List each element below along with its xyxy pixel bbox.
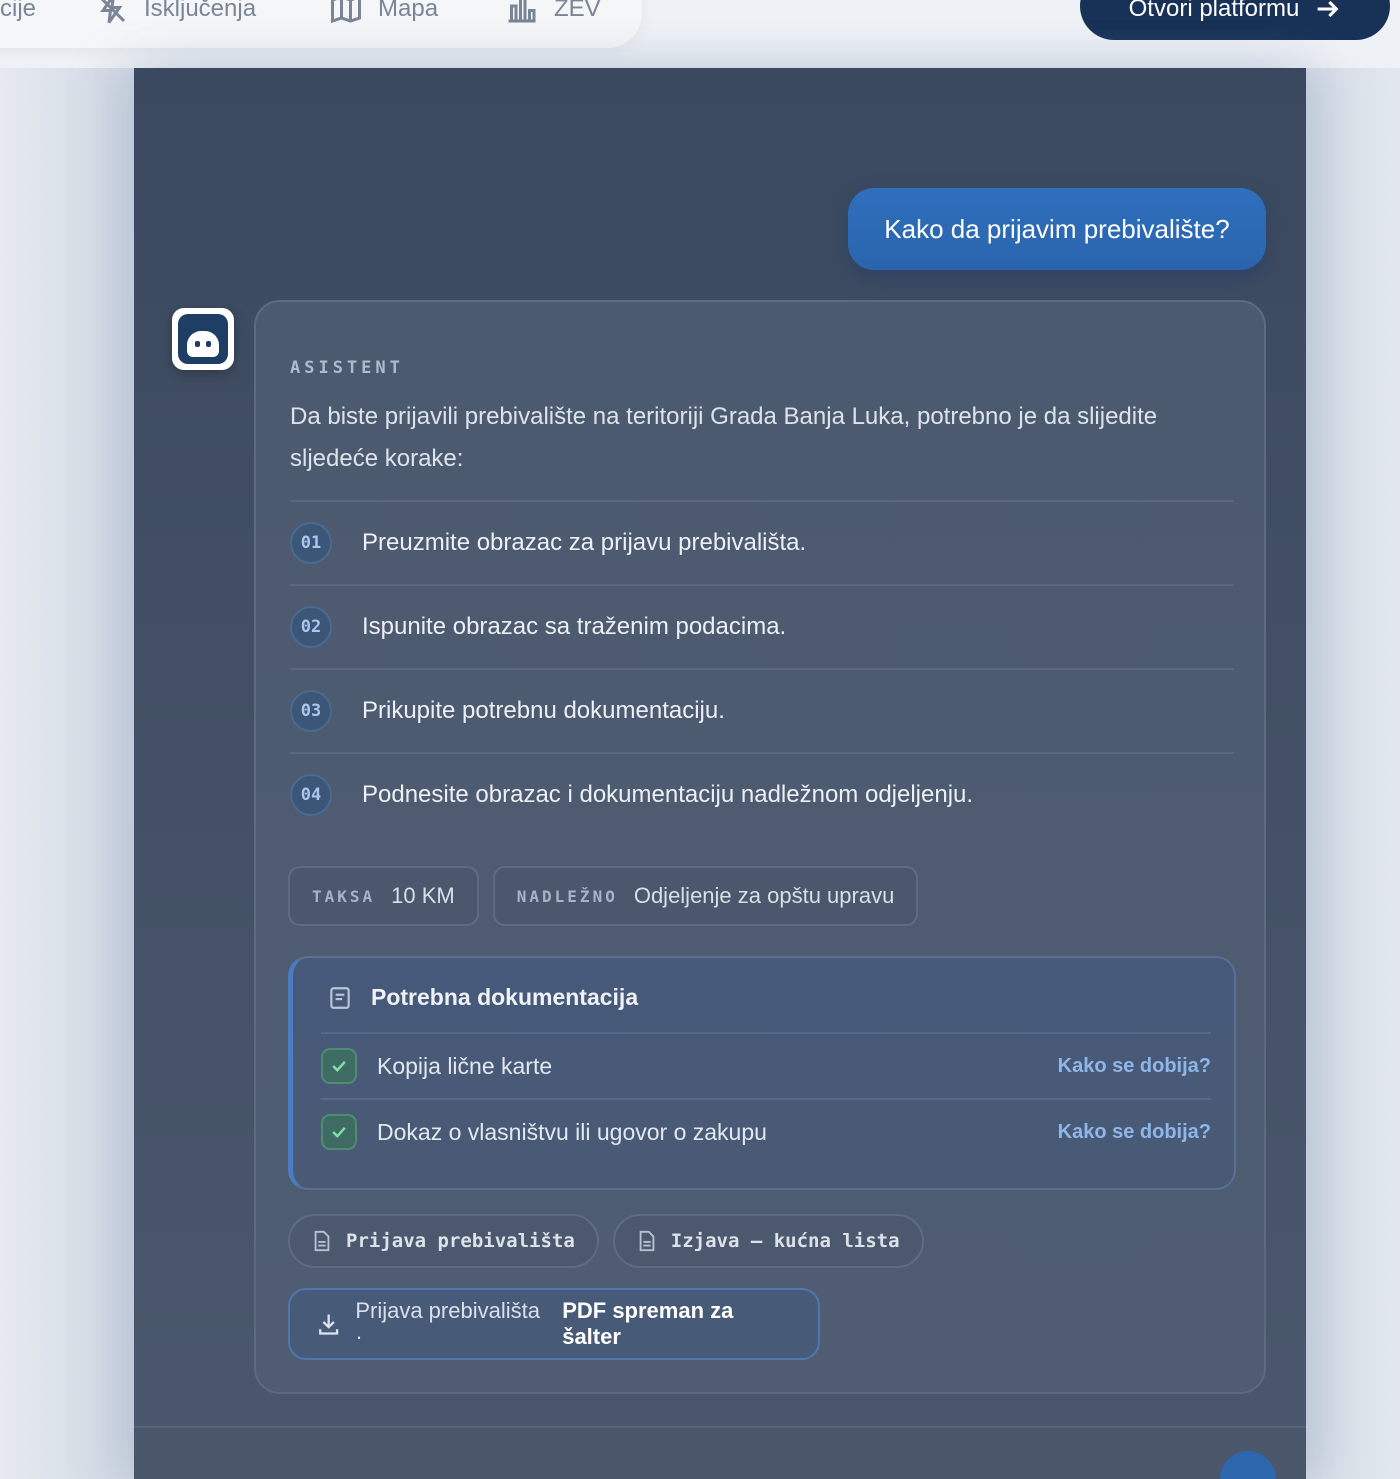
assistant-message-card: ASISTENT Da biste prijavili prebivalište… xyxy=(254,300,1266,1394)
nav-item-mapa[interactable]: Mapa xyxy=(328,0,438,24)
chip-value: 10 KM xyxy=(391,883,455,908)
how-to-obtain-link[interactable]: Kako se dobija? xyxy=(1058,1055,1211,1078)
document-name: Kopija lične karte xyxy=(377,1052,553,1079)
document-item: Kopija lične karte Kako se dobija? xyxy=(321,1032,1211,1098)
step-text: Podnesite obrazac i dokumentaciju nadlež… xyxy=(362,781,974,808)
nav-item-label: Mapa xyxy=(378,0,439,22)
chip-value: Odjeljenje za opštu upravu xyxy=(633,883,895,908)
check-icon xyxy=(332,1126,346,1138)
nav-item-label: cije xyxy=(0,0,37,22)
form-button-izjava[interactable]: Izjava – kućna lista xyxy=(612,1214,924,1268)
chat-panel: Kako da prijavim prebivalište? ASISTENT … xyxy=(134,68,1306,1479)
form-button-prijava[interactable]: Prijava prebivališta xyxy=(288,1214,599,1268)
step-number: 01 xyxy=(290,522,332,564)
nav-item-zev[interactable]: ZEV xyxy=(504,0,601,24)
assistant-intro-text: Da biste prijavili prebivalište na terit… xyxy=(290,403,1158,472)
send-button[interactable] xyxy=(1220,1451,1276,1479)
step-text: Ispunite obrazac sa traženim podacima. xyxy=(362,613,787,640)
open-platform-label: Otvori platformu xyxy=(1128,0,1300,22)
info-chips: TAKSA 10 KM NADLEŽNO Odjeljenje za opštu… xyxy=(288,866,919,926)
steps-list: 01 Preuzmite obrazac za prijavu prebival… xyxy=(290,500,1234,836)
top-navigation: cije Isključenja Mapa ZEV Otvori platfor… xyxy=(0,0,1400,68)
step-text: Preuzmite obrazac za prijavu prebivališt… xyxy=(362,529,807,556)
map-icon xyxy=(331,0,361,24)
how-to-obtain-link[interactable]: Kako se dobija? xyxy=(1058,1121,1211,1144)
file-icon xyxy=(314,1230,330,1252)
file-icon xyxy=(639,1230,655,1252)
form-button-label: Izjava – kućna lista xyxy=(670,1230,900,1252)
nav-item-cije[interactable]: cije xyxy=(0,0,36,24)
user-message-bubble: Kako da prijavim prebivalište? xyxy=(848,188,1266,270)
step-item: 02 Ispunite obrazac sa traženim podacima… xyxy=(290,584,1234,668)
docs-title: Potrebna dokumentacija xyxy=(371,984,639,1010)
robot-icon xyxy=(178,314,228,364)
assistant-avatar xyxy=(172,308,234,370)
form-buttons: Prijava prebivališta Izjava – kućna list… xyxy=(288,1214,924,1268)
nav-item-label: ZEV xyxy=(554,0,601,22)
checkbox-checked[interactable] xyxy=(321,1114,357,1150)
docs-header: Potrebna dokumentacija xyxy=(327,984,638,1011)
nav-item-iskljucenja[interactable]: Isključenja xyxy=(94,0,256,24)
chip-label: TAKSA xyxy=(312,886,376,906)
step-number: 02 xyxy=(290,606,332,648)
lightning-off-icon xyxy=(100,0,126,24)
required-documents-box: Potrebna dokumentacija Kopija lične kart… xyxy=(288,956,1236,1190)
pdf-download-button[interactable]: Prijava prebivališta · PDF spreman za ša… xyxy=(288,1288,820,1360)
step-text: Prikupite potrebnu dokumentaciju. xyxy=(362,697,725,724)
document-list-icon xyxy=(330,986,350,1009)
check-icon xyxy=(332,1060,346,1072)
document-item: Dokaz o vlasništvu ili ugovor o zakupu K… xyxy=(321,1098,1211,1164)
form-button-label: Prijava prebivališta xyxy=(346,1230,575,1252)
step-item: 01 Preuzmite obrazac za prijavu prebival… xyxy=(290,500,1234,584)
document-name: Dokaz o vlasništvu ili ugovor o zakupu xyxy=(377,1118,767,1145)
user-message-text: Kako da prijavim prebivalište? xyxy=(884,213,1230,244)
assistant-label: ASISTENT xyxy=(290,358,404,378)
authority-chip: NADLEŽNO Odjeljenje za opštu upravu xyxy=(492,866,919,926)
step-item: 03 Prikupite potrebnu dokumentaciju. xyxy=(290,668,1234,752)
open-platform-button[interactable]: Otvori platformu xyxy=(1080,0,1390,40)
pdf-status: PDF spreman za šalter xyxy=(562,1298,734,1349)
arrow-right-icon xyxy=(1318,0,1339,18)
nav-item-label: Isključenja xyxy=(144,0,257,22)
chip-label: NADLEŽNO xyxy=(516,886,618,906)
chat-input-bar xyxy=(134,1426,1306,1479)
fee-chip: TAKSA 10 KM xyxy=(288,866,479,926)
download-icon xyxy=(319,1314,339,1335)
step-number: 03 xyxy=(290,690,332,732)
chart-icon xyxy=(508,0,536,23)
pdf-prefix: Prijava prebivališta · xyxy=(355,1298,540,1349)
checkbox-checked[interactable] xyxy=(321,1048,357,1084)
step-number: 04 xyxy=(290,774,332,816)
step-item: 04 Podnesite obrazac i dokumentaciju nad… xyxy=(290,752,1234,836)
